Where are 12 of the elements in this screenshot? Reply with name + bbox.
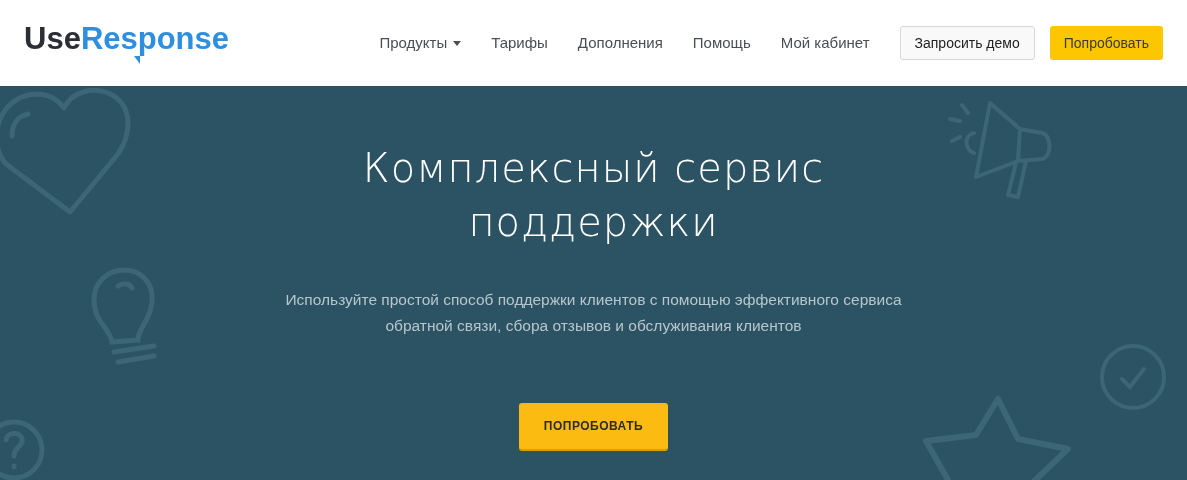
nav-link[interactable]: Дополнения — [577, 31, 663, 55]
try-button[interactable]: Попробовать — [1049, 26, 1163, 60]
try-button[interactable]: ПОПРОБОВАТЬ — [519, 403, 668, 449]
hero-title: Комплексный сервис поддержки — [361, 144, 826, 247]
nav-link[interactable]: Продукты — [379, 31, 462, 55]
logo[interactable]: UseResponse — [24, 21, 232, 65]
nav-link[interactable]: Тарифы — [491, 31, 548, 55]
nav-link[interactable]: Мой кабинет — [780, 31, 870, 55]
request-demo-button[interactable]: Запросить демо — [899, 26, 1035, 60]
nav-link[interactable]: Помощь — [692, 31, 751, 55]
hero-subtitle: Используйте простой способ поддержки клиентов с помощью эффективного сервиса обратной связи, сбора отзывов и обслуживания клиентов — [284, 290, 903, 336]
caret-icon — [453, 40, 462, 46]
